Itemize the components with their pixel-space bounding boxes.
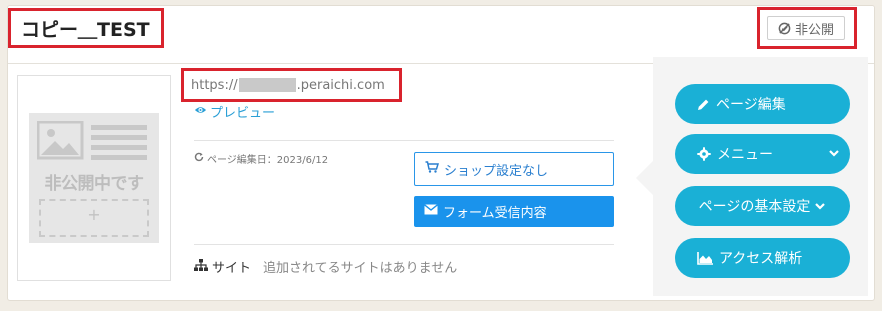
form-submissions-label: フォーム受信内容 <box>443 206 547 221</box>
cart-icon <box>425 161 440 177</box>
menu-button[interactable]: メニュー <box>675 134 850 174</box>
plus-icon: + <box>87 205 101 224</box>
site-empty-text: 追加されてるサイトはありません <box>263 261 458 276</box>
visibility-status-button[interactable]: 非公開 <box>767 16 845 40</box>
preview-link[interactable]: プレビュー <box>194 102 275 121</box>
edit-page-button[interactable]: ページ編集 <box>675 84 850 124</box>
divider-bottom <box>194 244 614 245</box>
url-prefix: https:// <box>191 77 238 93</box>
analytics-label: アクセス解析 <box>719 251 803 267</box>
page-edit-date: ページ編集日：2023/6/12 <box>194 151 328 166</box>
basic-settings-button[interactable]: ページの基本設定 <box>675 186 850 226</box>
eye-icon <box>194 104 207 119</box>
edit-date-text: ページ編集日：2023/6/12 <box>207 155 329 166</box>
shop-settings-button[interactable]: ショップ設定なし <box>414 152 614 186</box>
page-title-text: コピー＿TEST <box>21 18 150 41</box>
visibility-off-icon <box>778 22 791 35</box>
thumbnail-placeholder: 非公開中です + <box>29 113 159 243</box>
edit-page-label: ページ編集 <box>716 97 786 113</box>
basic-settings-label: ページの基本設定 <box>698 199 811 215</box>
image-placeholder-icon <box>37 121 147 160</box>
action-panel-notch <box>636 160 654 196</box>
url-redacted <box>238 78 296 92</box>
page-url[interactable]: https:// .peraichi.com <box>181 68 402 102</box>
status-highlight: 非公開 <box>757 7 857 49</box>
preview-label: プレビュー <box>210 106 276 121</box>
analytics-button[interactable]: アクセス解析 <box>675 238 850 278</box>
area-chart-icon <box>697 251 713 265</box>
gear-icon <box>697 147 711 161</box>
page-thumbnail[interactable]: 非公開中です + <box>17 75 171 281</box>
menu-label: メニュー <box>717 147 773 163</box>
site-row: サイト 追加されてるサイトはありません <box>194 257 457 276</box>
thumbnail-unpublished-text: 非公開中です <box>44 174 145 194</box>
sitemap-icon <box>194 258 208 275</box>
page-title: コピー＿TEST <box>8 8 164 48</box>
site-label: サイト <box>212 261 252 276</box>
chevron-down-icon <box>814 200 826 212</box>
refresh-icon <box>194 152 204 165</box>
url-suffix: .peraichi.com <box>296 77 385 93</box>
envelope-icon <box>424 204 438 219</box>
form-submissions-button[interactable]: フォーム受信内容 <box>414 196 614 227</box>
visibility-status-label: 非公開 <box>794 22 834 38</box>
shop-settings-label: ショップ設定なし <box>444 163 549 179</box>
pencil-icon <box>697 98 710 111</box>
chevron-down-icon <box>828 147 840 163</box>
divider-top <box>194 140 614 141</box>
